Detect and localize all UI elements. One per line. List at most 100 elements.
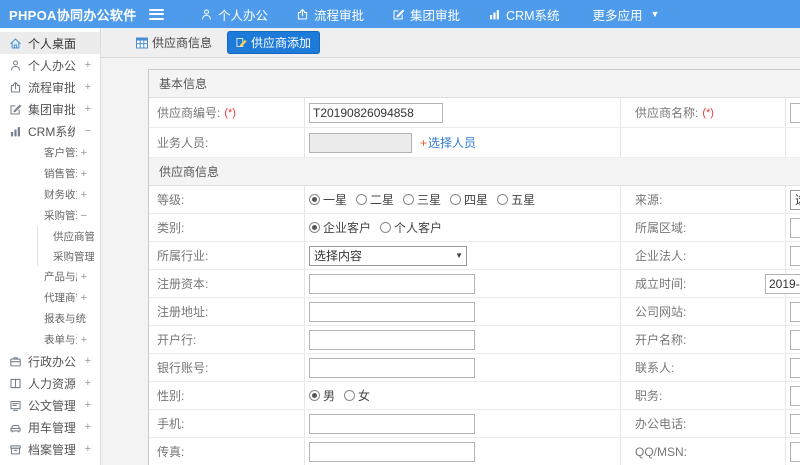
- sidebar-item[interactable]: CRM系统 −: [0, 120, 100, 142]
- sidebar-item[interactable]: 集团审批 +: [0, 98, 100, 120]
- radio-option[interactable]: 五星: [497, 191, 535, 208]
- radio-button[interactable]: [344, 390, 356, 401]
- sidebar-item[interactable]: 个人桌面: [0, 32, 100, 54]
- sidebar-item[interactable]: 报表与统计: [0, 308, 100, 329]
- tab-1[interactable]: 供应商添加: [227, 31, 321, 54]
- topnav-item-0[interactable]: 个人办公: [200, 5, 268, 24]
- text-input[interactable]: [309, 132, 412, 153]
- radio-option[interactable]: 男: [309, 387, 335, 404]
- field-cell: [785, 98, 800, 127]
- sidebar-item[interactable]: 产品与库存 +: [0, 266, 100, 287]
- topnav-item-2[interactable]: 集团审批: [392, 5, 460, 24]
- expand-toggle[interactable]: +: [85, 103, 91, 115]
- hamburger-icon[interactable]: [149, 8, 164, 20]
- sidebar-item[interactable]: 供应商管理: [38, 226, 100, 246]
- radio-option[interactable]: 女: [344, 387, 370, 404]
- text-input[interactable]: [309, 357, 475, 378]
- text-input[interactable]: [309, 413, 475, 434]
- text-input[interactable]: [790, 413, 800, 434]
- radio-option[interactable]: 企业客户: [309, 219, 371, 236]
- radio-button[interactable]: [450, 194, 462, 205]
- sidebar-item[interactable]: 档案管理 +: [0, 438, 100, 460]
- radio-button[interactable]: [497, 194, 509, 205]
- expand-toggle[interactable]: +: [85, 399, 91, 411]
- caret-down-icon: ▼: [650, 9, 660, 19]
- text-input[interactable]: [790, 357, 800, 378]
- sidebar-item[interactable]: 客户管理 +: [0, 142, 100, 163]
- sidebar-item[interactable]: 代理商管理 +: [0, 287, 100, 308]
- form-row: 类别: 企业客户 个人客户 所属区域:: [149, 214, 800, 242]
- field-label: 所属行业:: [157, 249, 209, 263]
- sidebar-item[interactable]: 财务收支 +: [0, 184, 100, 205]
- radio-button[interactable]: [309, 390, 320, 401]
- sidebar-item-label: 代理商管理: [44, 292, 77, 304]
- expand-toggle[interactable]: +: [81, 271, 87, 283]
- user-icon: [200, 8, 213, 21]
- expand-toggle[interactable]: +: [81, 292, 87, 304]
- radio-button[interactable]: [403, 194, 415, 205]
- expand-toggle[interactable]: +: [85, 443, 91, 455]
- radio-button[interactable]: [309, 194, 320, 205]
- expand-toggle[interactable]: +: [85, 81, 91, 93]
- sidebar-item[interactable]: 流程审批 +: [0, 76, 100, 98]
- field-label-cell: 成立时间:: [620, 270, 785, 297]
- expand-toggle[interactable]: −: [81, 210, 87, 222]
- text-input[interactable]: [790, 441, 800, 462]
- expand-toggle[interactable]: +: [81, 334, 87, 346]
- select-input[interactable]: 选择内容: [790, 189, 800, 210]
- text-input[interactable]: [309, 329, 475, 350]
- tab-0[interactable]: 供应商信息: [130, 31, 218, 54]
- expand-toggle[interactable]: +: [81, 168, 87, 180]
- expand-toggle[interactable]: +: [85, 421, 91, 433]
- sidebar-item[interactable]: 销售管理 +: [0, 163, 100, 184]
- select-person-link[interactable]: +选择人员: [420, 134, 476, 151]
- radio-option[interactable]: 三星: [403, 191, 441, 208]
- text-input[interactable]: [790, 217, 800, 238]
- text-input[interactable]: [309, 441, 475, 462]
- expand-toggle[interactable]: +: [85, 377, 91, 389]
- expand-toggle[interactable]: +: [81, 189, 87, 201]
- select-field[interactable]: 选择内容▼: [309, 245, 467, 266]
- select-field[interactable]: 选择内容▼: [790, 189, 800, 210]
- text-input[interactable]: [309, 301, 475, 322]
- sidebar-item-label: 公文管理: [28, 398, 75, 413]
- radio-option[interactable]: 二星: [356, 191, 394, 208]
- field-label: 公司网站:: [635, 305, 687, 319]
- text-input[interactable]: [790, 385, 800, 406]
- text-input[interactable]: [309, 273, 475, 294]
- sidebar-item[interactable]: 行政办公 +: [0, 350, 100, 372]
- plus-sign: +: [420, 136, 428, 150]
- field-label-cell: 联系人:: [620, 354, 785, 381]
- radio-option[interactable]: 一星: [309, 191, 347, 208]
- sidebar-item[interactable]: 用车管理 +: [0, 416, 100, 438]
- radio-button[interactable]: [380, 222, 392, 233]
- expand-toggle[interactable]: −: [85, 125, 91, 137]
- share-icon: [9, 81, 22, 94]
- expand-toggle[interactable]: +: [85, 355, 91, 367]
- radio-option[interactable]: 四星: [450, 191, 488, 208]
- expand-toggle[interactable]: +: [81, 147, 87, 159]
- text-input[interactable]: [790, 245, 800, 266]
- radio-group: 一星 二星 三星 四星 五星: [309, 191, 544, 208]
- sidebar-item[interactable]: 人力资源 +: [0, 372, 100, 394]
- text-input[interactable]: [790, 102, 800, 123]
- text-input[interactable]: [790, 329, 800, 350]
- topnav-item-3[interactable]: CRM系统: [488, 5, 560, 24]
- text-input[interactable]: [765, 273, 800, 294]
- text-input[interactable]: [309, 102, 443, 123]
- topnav-item-1[interactable]: 流程审批: [296, 5, 364, 24]
- sidebar-item[interactable]: 采购管理−: [0, 205, 100, 226]
- radio-button[interactable]: [356, 194, 368, 205]
- sidebar-item[interactable]: 表单与流程设置 +: [0, 329, 100, 350]
- topnav-item-label: 更多应用: [592, 8, 643, 23]
- radio-button[interactable]: [309, 222, 320, 233]
- radio-option[interactable]: 个人客户: [380, 219, 442, 236]
- sidebar-item[interactable]: 采购管理: [38, 246, 100, 266]
- select-input[interactable]: 选择内容: [309, 245, 467, 266]
- text-input[interactable]: [790, 301, 800, 322]
- field-label-cell: 开户行:: [149, 326, 304, 353]
- sidebar-item[interactable]: 公文管理 +: [0, 394, 100, 416]
- sidebar-item[interactable]: 个人办公 +: [0, 54, 100, 76]
- expand-toggle[interactable]: +: [85, 59, 91, 71]
- topnav-item-4[interactable]: 更多应用 ▼: [588, 5, 660, 24]
